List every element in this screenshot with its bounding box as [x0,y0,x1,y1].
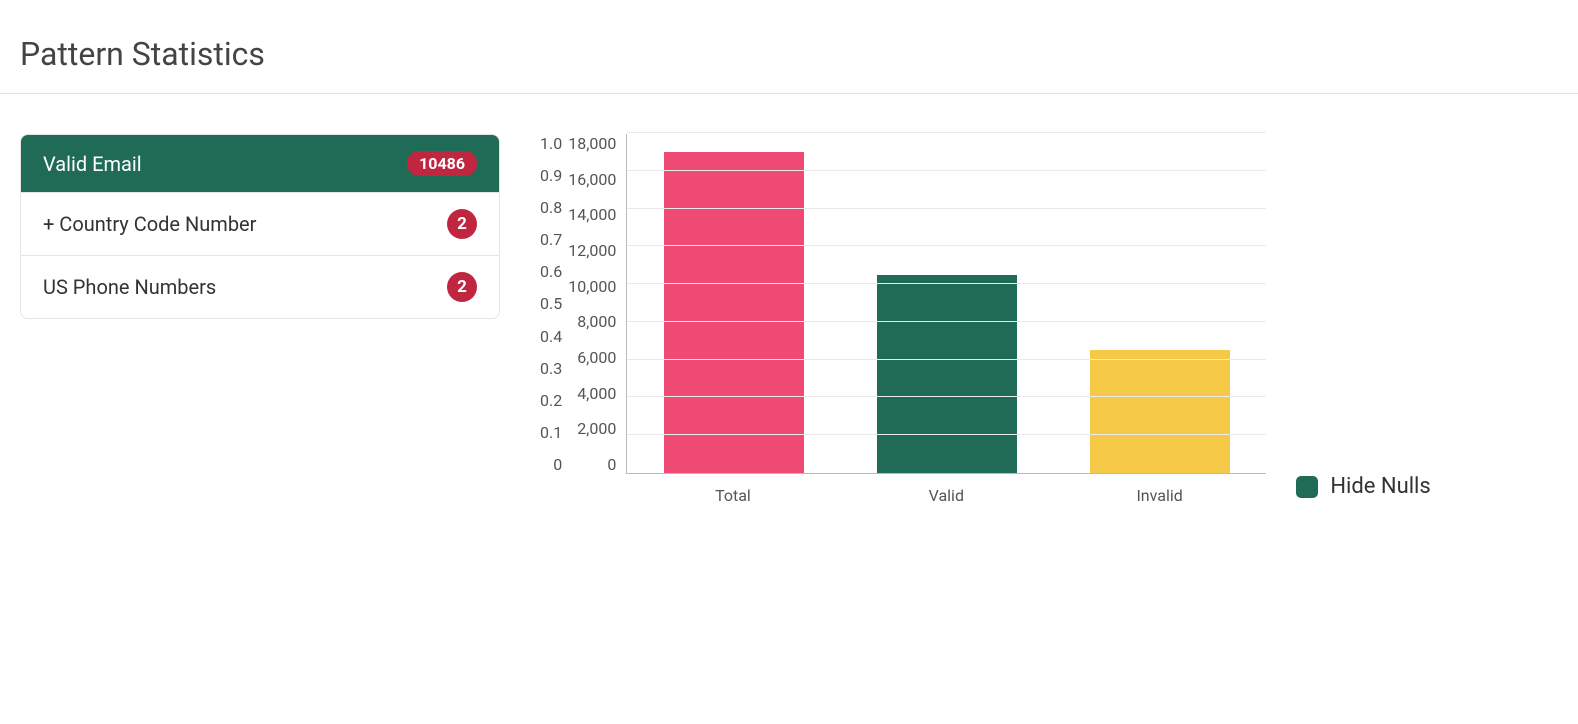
y-tick-right: 0 [568,455,616,474]
pattern-item-valid-email[interactable]: Valid Email 10486 [21,135,499,193]
legend-swatch [1296,476,1318,498]
y-tick-right: 16,000 [568,170,616,189]
y-tick-left: 0.2 [540,391,562,410]
pattern-item-label: Valid Email [43,152,407,176]
y-tick-left: 0.6 [540,262,562,281]
pattern-item-label: US Phone Numbers [43,275,447,299]
bar-total [664,152,804,473]
y-tick-left: 1.0 [540,134,562,153]
grid-line [627,208,1266,209]
x-axis-labels: Total Valid Invalid [626,486,1266,505]
y-tick-right: 4,000 [568,384,616,403]
pattern-item-us-phone-numbers[interactable]: US Phone Numbers 2 [21,256,499,318]
grid-line [627,359,1266,360]
y-tick-right: 8,000 [568,312,616,331]
pattern-item-count-badge: 10486 [407,151,477,176]
y-tick-left: 0.8 [540,198,562,217]
grid-line [627,245,1266,246]
y-tick-right: 2,000 [568,419,616,438]
y-tick-left: 0.7 [540,230,562,249]
y-axis-left: 1.0 0.9 0.8 0.7 0.6 0.5 0.4 0.3 0.2 0.1 0 [540,134,568,474]
y-tick-left: 0.5 [540,294,562,313]
y-tick-left: 0.4 [540,327,562,346]
y-tick-right: 14,000 [568,205,616,224]
grid-line [627,321,1266,322]
grid-line [627,283,1266,284]
legend-hide-nulls[interactable]: Hide Nulls [1296,474,1430,499]
grid-line [627,434,1266,435]
y-tick-right: 18,000 [568,134,616,153]
y-tick-left: 0.9 [540,166,562,185]
pattern-item-label: + Country Code Number [43,212,447,236]
grid-line [627,396,1266,397]
pattern-list: Valid Email 10486 + Country Code Number … [20,134,500,319]
legend-label: Hide Nulls [1330,474,1430,499]
plot [626,134,1266,474]
divider [0,93,1578,94]
bar-invalid [1090,350,1230,473]
bar-valid [877,275,1017,473]
content-row: Valid Email 10486 + Country Code Number … [0,134,1578,505]
pattern-item-count-badge: 2 [447,272,477,302]
bars-container [627,134,1266,473]
y-axis-right: 18,000 16,000 14,000 12,000 10,000 8,000 6,000… [568,134,626,474]
page-title: Pattern Statistics [0,0,1578,93]
plot-box: Total Valid Invalid [626,134,1266,505]
x-tick-label: Invalid [1090,486,1230,505]
y-tick-right: 6,000 [568,348,616,367]
x-tick-label: Valid [876,486,1016,505]
y-tick-right: 12,000 [568,241,616,260]
y-tick-left: 0 [540,455,562,474]
x-tick-label: Total [663,486,803,505]
chart-wrapper: 1.0 0.9 0.8 0.7 0.6 0.5 0.4 0.3 0.2 0.1 0 18,000 16… [540,134,1266,505]
y-tick-left: 0.1 [540,423,562,442]
y-tick-left: 0.3 [540,359,562,378]
y-tick-right: 10,000 [568,277,616,296]
pattern-item-count-badge: 2 [447,209,477,239]
pattern-item-country-code-number[interactable]: + Country Code Number 2 [21,193,499,256]
grid-line [627,132,1266,133]
chart-area: 1.0 0.9 0.8 0.7 0.6 0.5 0.4 0.3 0.2 0.1 0 18,000 16… [540,134,1431,505]
grid-line [627,170,1266,171]
